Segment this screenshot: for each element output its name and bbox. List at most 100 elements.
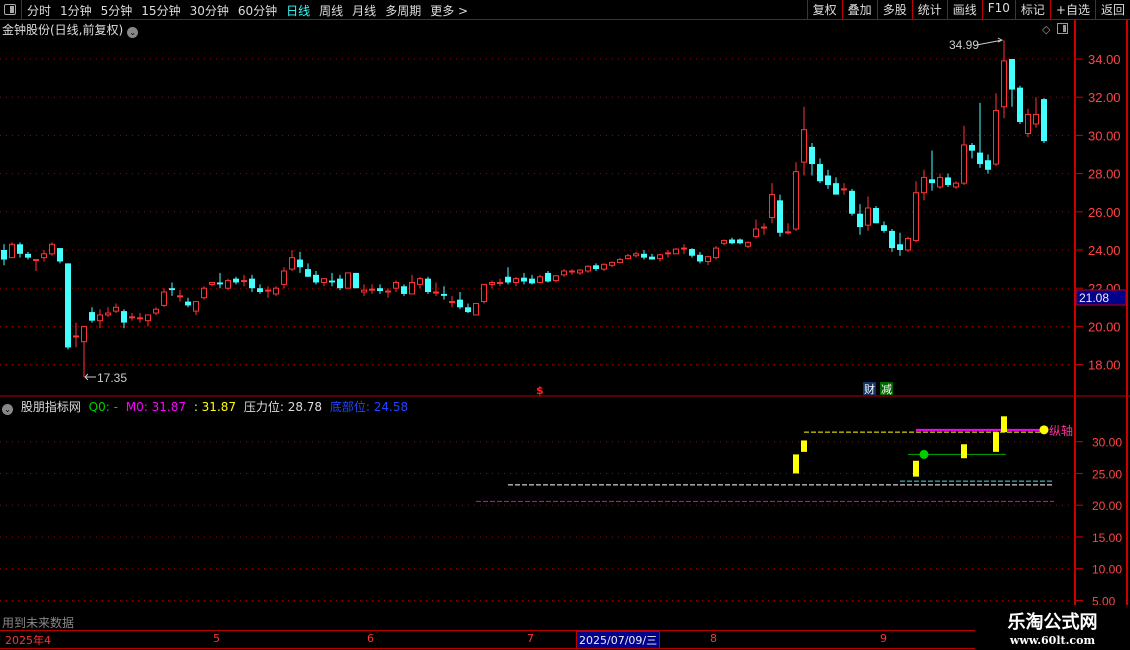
candle-body	[985, 160, 991, 170]
candle-body	[753, 228, 759, 238]
candle	[977, 102, 983, 168]
candle-body	[457, 299, 463, 308]
candle-body	[289, 257, 295, 270]
candle-body	[937, 176, 943, 188]
kline-chart[interactable]: 34.0032.0030.0028.0026.0024.0022.0020.00…	[0, 0, 1130, 650]
candle-body	[345, 272, 351, 289]
indicator-tick-label: 20.00	[1092, 499, 1122, 513]
candle	[121, 309, 127, 329]
candle-body	[89, 312, 95, 321]
candle-body	[449, 301, 455, 304]
indicator-bar	[993, 432, 999, 452]
candle-body	[377, 288, 383, 292]
candle-body	[193, 301, 199, 312]
candle	[65, 263, 71, 350]
candle-body	[881, 225, 887, 231]
candle-body	[569, 270, 575, 273]
candle-body	[473, 302, 479, 316]
candle-body	[537, 276, 543, 283]
candle	[209, 281, 215, 287]
candle-body	[265, 289, 271, 292]
candle-body	[105, 312, 111, 316]
indicator-bar	[801, 440, 807, 452]
candle	[417, 276, 423, 289]
candle	[177, 290, 183, 302]
candle-body	[585, 265, 591, 272]
candle	[729, 237, 735, 245]
price-tick-label: 18.00	[1088, 358, 1121, 373]
candle	[369, 284, 375, 294]
candle	[33, 259, 39, 272]
candle	[217, 272, 223, 289]
candle	[953, 181, 959, 189]
candle-body	[697, 254, 703, 262]
candle	[849, 188, 855, 216]
chevron-down-icon[interactable]: ⌄	[2, 404, 13, 415]
candle-body	[169, 288, 175, 291]
candle-body	[561, 270, 567, 276]
candle	[641, 250, 647, 260]
candle-body	[841, 188, 847, 191]
candle-body	[17, 244, 23, 254]
candle	[457, 292, 463, 310]
candle	[353, 272, 359, 289]
candle	[689, 248, 695, 258]
candle-body	[113, 306, 119, 312]
price-tick-label: 26.00	[1088, 205, 1121, 220]
candle	[449, 295, 455, 308]
candle-body	[961, 144, 967, 184]
candle-body	[217, 282, 223, 285]
candle-body	[425, 278, 431, 293]
candle	[881, 221, 887, 233]
candle	[897, 232, 903, 256]
candle	[321, 278, 327, 287]
candle-body	[849, 190, 855, 214]
candle	[905, 236, 911, 252]
candle-body	[97, 314, 103, 322]
candle-body	[1001, 60, 1007, 108]
candle	[873, 206, 879, 224]
indicator-pressure: 压力位: 28.78	[243, 400, 323, 414]
candle-body	[889, 230, 895, 249]
candle-body	[897, 244, 903, 250]
date-label: 9	[880, 632, 887, 645]
indicator-m0-value: : 31.87	[193, 400, 237, 414]
candle-body	[73, 335, 79, 338]
candle	[1, 244, 7, 266]
candle	[721, 239, 727, 246]
indicator-q0: Q0: -	[88, 400, 118, 414]
indicator-name[interactable]: 股朋指标网	[21, 400, 81, 414]
candle	[593, 263, 599, 272]
candle-body	[225, 280, 231, 289]
indicator-dot	[919, 449, 929, 459]
candle-body	[305, 269, 311, 277]
candle	[809, 143, 815, 176]
candle-body	[249, 278, 255, 289]
candle-body	[673, 248, 679, 255]
candle-body	[593, 265, 599, 270]
candle-body	[321, 278, 327, 283]
candle	[481, 283, 487, 304]
candle-body	[945, 177, 951, 186]
candle-body	[617, 259, 623, 263]
candle	[649, 253, 655, 260]
candle-body	[233, 278, 239, 283]
candle-body	[177, 295, 183, 298]
candle	[865, 196, 871, 231]
candle	[249, 274, 255, 293]
candle-body	[809, 146, 815, 165]
candle-body	[913, 192, 919, 241]
candle	[129, 313, 135, 321]
candle	[329, 272, 335, 287]
date-label: 7	[527, 632, 534, 645]
candle	[1009, 59, 1015, 107]
candle-body	[489, 281, 495, 285]
candle	[625, 253, 631, 260]
price-tick-label: 20.00	[1088, 319, 1121, 334]
indicator-tick-label: 25.00	[1092, 467, 1122, 481]
candle-body	[153, 308, 159, 314]
candle	[745, 241, 751, 249]
future-data-note: 用到未来数据	[2, 616, 75, 630]
candle-body	[577, 269, 583, 274]
candle-body	[969, 144, 975, 151]
